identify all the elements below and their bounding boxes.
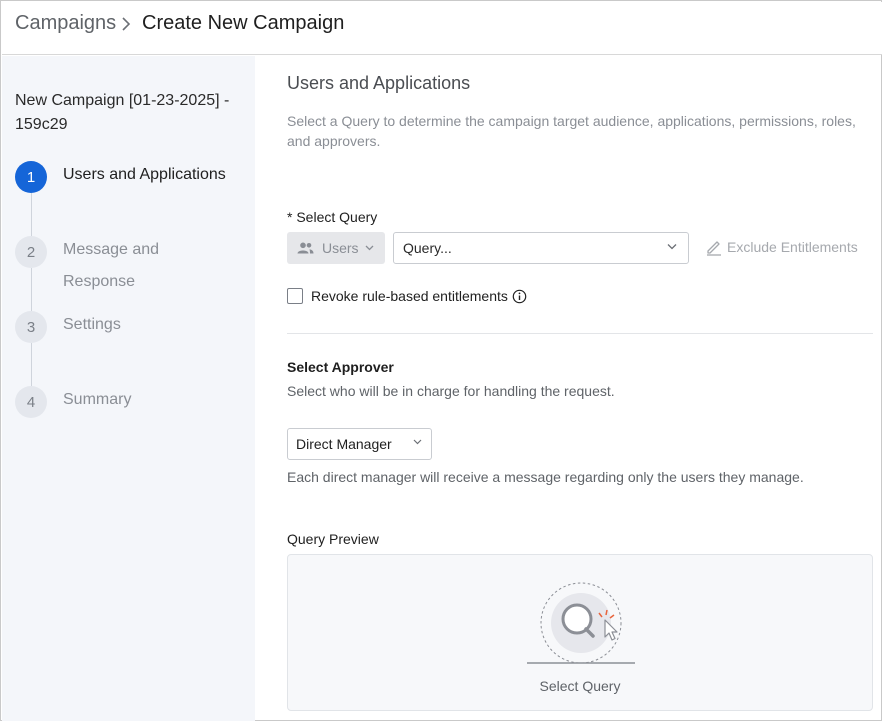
select-query-label: * Select Query [287, 209, 378, 225]
step-1-label[interactable]: Users and Applications [63, 159, 226, 191]
step-1-indicator: 1 [15, 161, 47, 193]
step-4-indicator: 4 [15, 386, 47, 418]
query-preview-caption: Select Query [539, 678, 621, 694]
page-title: Create New Campaign [142, 12, 345, 34]
select-approver-title: Select Approver [287, 359, 394, 375]
page-header: Campaigns Create New Campaign [2, 2, 882, 55]
exclude-entitlements-button[interactable]: Exclude Entitlements [705, 238, 858, 256]
chevron-down-icon [413, 439, 422, 445]
query-preview-label: Query Preview [287, 531, 379, 547]
step-connector [31, 268, 32, 311]
users-icon [297, 242, 314, 254]
step-3-label[interactable]: Settings [63, 309, 121, 341]
query-select-value: Query... [403, 240, 452, 256]
step-connector [31, 193, 32, 236]
campaign-name: New Campaign [01-23-2025] - 159c29 [15, 92, 230, 133]
query-search-illustration [527, 582, 635, 664]
query-scope-dropdown[interactable]: Users [287, 232, 385, 264]
section-divider [287, 333, 873, 334]
revoke-entitlements-row: Revoke rule-based entitlements [287, 288, 527, 304]
main-panel: Users and Applications Select a Query to… [256, 56, 882, 721]
step-4-label[interactable]: Summary [63, 384, 131, 416]
approver-note: Each direct manager will receive a messa… [287, 469, 804, 485]
step-2-label[interactable]: Message and Response [63, 234, 183, 298]
query-scope-label: Users [322, 240, 359, 256]
step-2-indicator: 2 [15, 236, 47, 268]
chevron-right-icon [122, 17, 131, 31]
approver-select-value: Direct Manager [296, 436, 392, 452]
step-connector [31, 343, 32, 386]
steps-sidebar: New Campaign [01-23-2025] - 159c29 1 Use… [2, 56, 255, 721]
query-preview-panel: Select Query [287, 554, 873, 711]
step-3-indicator: 3 [15, 311, 47, 343]
query-select[interactable]: Query... [393, 232, 689, 264]
section-title: Users and Applications [287, 73, 471, 93]
revoke-entitlements-checkbox[interactable] [287, 288, 303, 304]
section-description: Select a Query to determine the campaign… [287, 113, 856, 149]
select-approver-description: Select who will be in charge for handlin… [287, 383, 615, 399]
pencil-icon [707, 241, 721, 256]
breadcrumb-campaigns-link[interactable]: Campaigns [15, 12, 116, 35]
approver-select[interactable]: Direct Manager [287, 428, 432, 460]
app-window: Campaigns Create New Campaign New Campai… [0, 0, 882, 721]
exclude-entitlements-label: Exclude Entitlements [727, 239, 858, 255]
chevron-down-icon [667, 244, 677, 250]
info-icon[interactable] [512, 289, 527, 304]
revoke-entitlements-label[interactable]: Revoke rule-based entitlements [311, 288, 508, 304]
chevron-down-icon [365, 245, 374, 251]
